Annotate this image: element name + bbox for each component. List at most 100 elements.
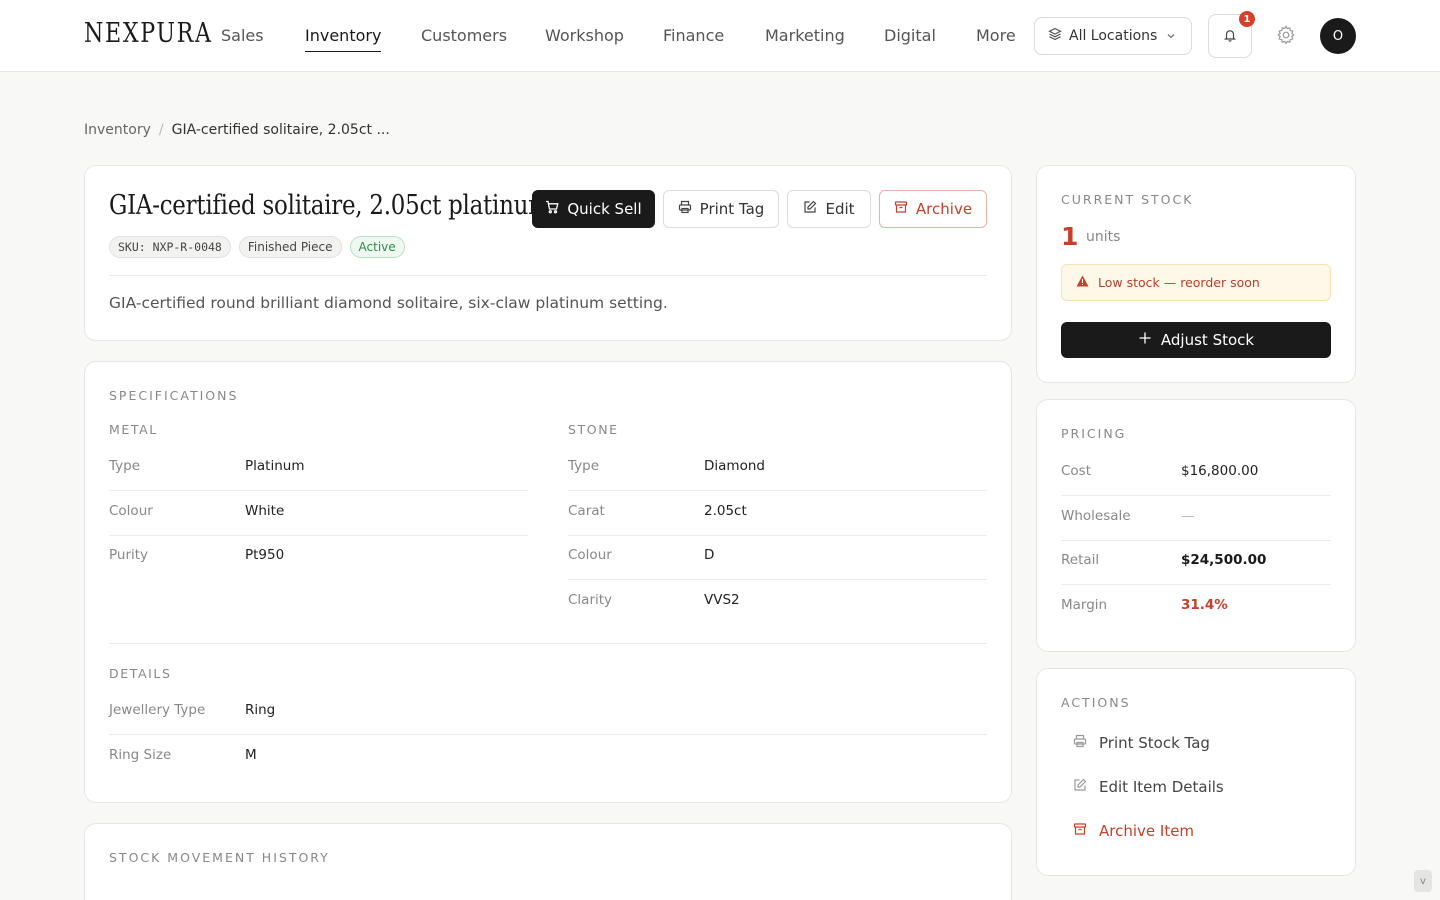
bell-icon xyxy=(1223,27,1237,46)
quick-sell-label: Quick Sell xyxy=(567,200,642,218)
edit-item-details-label: Edit Item Details xyxy=(1099,778,1224,796)
breadcrumb: Inventory / GIA-certified solitaire, 2.0… xyxy=(84,122,390,138)
edit-icon xyxy=(803,200,817,218)
spec-key: Carat xyxy=(568,503,605,519)
print-tag-button[interactable]: Print Tag xyxy=(663,190,779,228)
price-key: Margin xyxy=(1061,597,1108,613)
stock-history-heading: STOCK MOVEMENT HISTORY xyxy=(109,850,330,865)
price-value: 31.4% xyxy=(1181,597,1228,613)
current-stock-heading: CURRENT STOCK xyxy=(1061,192,1194,207)
scroll-down-button[interactable]: v xyxy=(1414,870,1432,892)
price-key: Retail xyxy=(1061,552,1100,568)
sku-badge: SKU: NXP-R-0048 xyxy=(109,236,231,258)
spec-key: Colour xyxy=(568,547,612,563)
divider xyxy=(109,643,987,644)
spec-key: Colour xyxy=(109,503,153,519)
archive-item-action[interactable]: Archive Item xyxy=(1061,811,1331,851)
price-value: $16,800.00 xyxy=(1181,463,1259,479)
specifications-heading: SPECIFICATIONS xyxy=(109,388,239,403)
archive-label: Archive xyxy=(915,200,973,218)
spec-key: Clarity xyxy=(568,592,613,608)
low-stock-warning: Low stock — reorder soon xyxy=(1061,264,1331,301)
archive-button[interactable]: Archive xyxy=(879,190,987,228)
nav-finance[interactable]: Finance xyxy=(663,26,724,51)
archive-icon xyxy=(894,200,908,218)
adjust-stock-button[interactable]: Adjust Stock xyxy=(1061,322,1331,358)
spec-value: White xyxy=(245,503,285,519)
edit-item-details-action[interactable]: Edit Item Details xyxy=(1061,767,1331,807)
printer-icon xyxy=(1073,734,1087,752)
stock-quantity: 1 xyxy=(1061,222,1079,251)
category-badge: Finished Piece xyxy=(238,236,342,258)
price-row-cost: Cost $16,800.00 xyxy=(1061,451,1331,496)
plus-icon xyxy=(1138,331,1152,349)
spec-row-metal-colour: Colour White xyxy=(109,491,528,536)
nav-marketing[interactable]: Marketing xyxy=(765,26,845,51)
price-row-wholesale: Wholesale — xyxy=(1061,496,1331,541)
stone-heading: STONE xyxy=(568,422,619,437)
price-row-margin: Margin 31.4% xyxy=(1061,585,1331,630)
spec-value: Diamond xyxy=(704,458,765,474)
warning-icon xyxy=(1076,275,1089,290)
edit-icon xyxy=(1073,778,1087,796)
nav-digital[interactable]: Digital xyxy=(884,26,936,51)
top-nav: NEXPURA Sales Inventory Customers Worksh… xyxy=(0,0,1440,72)
spec-value: D xyxy=(704,547,715,563)
spec-value: Pt950 xyxy=(245,547,285,563)
spec-row-ring-size: Ring Size M xyxy=(109,735,987,780)
print-stock-tag-action[interactable]: Print Stock Tag xyxy=(1061,723,1331,763)
spec-row-stone-clarity: Clarity VVS2 xyxy=(568,580,987,625)
breadcrumb-inventory[interactable]: Inventory xyxy=(84,122,151,138)
spec-row-jewellery-type: Jewellery Type Ring xyxy=(109,690,987,735)
location-select[interactable]: All Locations xyxy=(1034,17,1192,55)
adjust-stock-label: Adjust Stock xyxy=(1160,331,1255,349)
actions-heading: ACTIONS xyxy=(1061,695,1131,710)
settings-button[interactable] xyxy=(1275,24,1297,46)
archive-item-label: Archive Item xyxy=(1099,822,1195,840)
spec-key: Ring Size xyxy=(109,747,172,763)
spec-value: Ring xyxy=(245,702,276,718)
stock-units: units xyxy=(1086,229,1121,245)
price-key: Cost xyxy=(1061,463,1092,479)
edit-label: Edit xyxy=(825,200,855,218)
spec-row-stone-colour: Colour D xyxy=(568,535,987,580)
price-value: — xyxy=(1181,508,1195,524)
brand-logo[interactable]: NEXPURA xyxy=(84,18,213,49)
nav-inventory[interactable]: Inventory xyxy=(305,26,382,52)
location-label: All Locations xyxy=(1069,28,1158,44)
quick-sell-button[interactable]: Quick Sell xyxy=(532,190,655,228)
spec-row-stone-carat: Carat 2.05ct xyxy=(568,491,987,536)
spec-value: VVS2 xyxy=(704,592,740,608)
details-heading: DETAILS xyxy=(109,666,172,681)
current-stock-card: CURRENT STOCK 1 units Low stock — reorde… xyxy=(1036,165,1356,383)
nav-more[interactable]: More xyxy=(976,26,1016,51)
pricing-card: PRICING Cost $16,800.00 Wholesale — Reta… xyxy=(1036,399,1356,652)
nav-workshop[interactable]: Workshop xyxy=(545,26,624,51)
actions-card: ACTIONS Print Stock Tag Edit Item Detail… xyxy=(1036,668,1356,876)
stock-history-card: STOCK MOVEMENT HISTORY xyxy=(84,823,1012,900)
printer-icon xyxy=(678,200,692,218)
spec-key: Type xyxy=(109,458,141,474)
spec-value: Platinum xyxy=(245,458,305,474)
price-row-retail: Retail $24,500.00 xyxy=(1061,540,1331,585)
specifications-card: SPECIFICATIONS METAL Type Platinum Colou… xyxy=(84,361,1012,803)
edit-button[interactable]: Edit xyxy=(787,190,871,228)
price-value: $24,500.00 xyxy=(1181,552,1267,568)
nav-sales[interactable]: Sales xyxy=(221,26,264,51)
item-title: GIA-certified solitaire, 2.05ct platinum xyxy=(109,190,550,221)
spec-key: Type xyxy=(568,458,600,474)
spec-row-metal-purity: Purity Pt950 xyxy=(109,535,528,580)
user-avatar[interactable]: O xyxy=(1320,18,1356,54)
spec-row-stone-type: Type Diamond xyxy=(568,446,987,491)
gear-icon xyxy=(1275,25,1297,50)
price-key: Wholesale xyxy=(1061,508,1131,524)
item-header-card: GIA-certified solitaire, 2.05ct platinum… xyxy=(84,165,1012,341)
spec-value: M xyxy=(245,747,257,763)
breadcrumb-separator: / xyxy=(158,122,164,138)
print-tag-label: Print Tag xyxy=(699,200,765,218)
divider xyxy=(109,275,987,276)
nav-customers[interactable]: Customers xyxy=(421,26,507,51)
notification-badge: 1 xyxy=(1239,11,1255,27)
cart-icon xyxy=(545,200,559,218)
item-description: GIA-certified round brilliant diamond so… xyxy=(109,294,668,312)
